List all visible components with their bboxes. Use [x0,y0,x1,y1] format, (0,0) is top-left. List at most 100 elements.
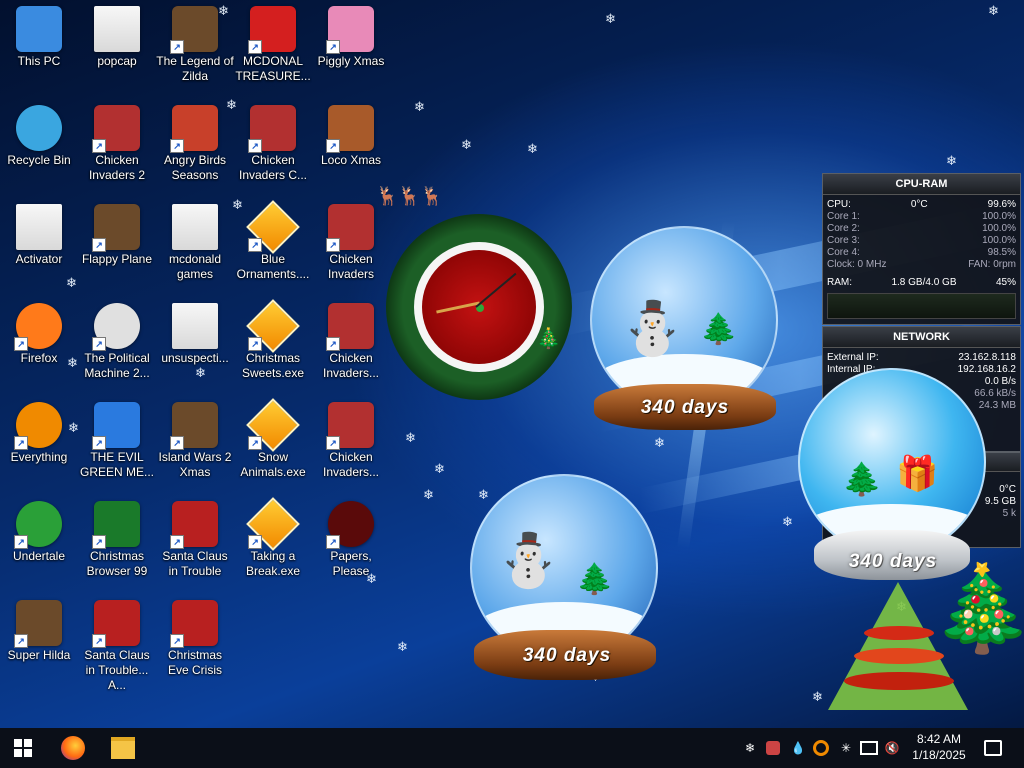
desktop-icon-label: Santa Claus in Trouble... A... [84,648,150,692]
desktop-icon-label: The Legend of Zilda [156,54,234,83]
desktop-icon[interactable]: ↗ Firefox [0,299,78,391]
exe-icon: ↗ [246,200,300,254]
desktop-icon[interactable]: Recycle Bin [0,101,78,193]
desktop-icon[interactable]: ↗ Super Hilda [0,596,78,688]
tray-water[interactable]: 💧 [788,728,808,768]
core-value: 100.0% [982,211,1016,222]
desktop-icon[interactable]: ↗ Snow Animals.exe [234,398,312,490]
pine-tree-icon: 🌲 [700,313,738,346]
desktop-icon[interactable]: ↗ Christmas Eve Crisis [156,596,234,688]
shortcut-arrow-icon: ↗ [92,337,106,351]
desktop-icon-label: unsuspecti... [161,351,229,365]
santa-icon: ↗ [170,600,218,648]
countdown-label: 340 days [522,645,612,666]
drive-rate: 5 k [1002,508,1016,519]
desktop-icon-label: Super Hilda [7,648,71,662]
desktop-icon[interactable]: ↗ The Legend of Zilda [156,2,234,94]
core-label: Core 3: [827,235,860,246]
desktop-icon[interactable]: ↗ Flappy Plane [78,200,156,292]
pine-tree-icon: 🌲 [842,461,882,497]
cpu-temp: 0°C [910,199,928,210]
shortcut-arrow-icon: ↗ [170,40,184,54]
desktop-icon-label: Taking a Break.exe [245,549,301,578]
desktop-icon[interactable]: ↗ MCDONAL TREASURE... [234,2,312,94]
file-explorer-icon [111,737,135,759]
desktop-icon[interactable]: ↗ Santa Claus in Trouble... A... [78,596,156,692]
tray-everything-search[interactable] [810,728,832,768]
desktop-icon[interactable]: ↗ Papers, Please [312,497,390,589]
cpu-ram-gadget[interactable]: CPU-RAM CPU: 0°C 99.6% Core 1: 100.0% Cor… [822,173,1021,325]
desktop-icon[interactable]: unsuspecti... [156,299,234,391]
game-icon: ↗ [170,6,218,54]
snow-globe-gadget[interactable]: ⛄ 🌲 340 days [586,222,786,442]
shortcut-arrow-icon: ↗ [92,238,106,252]
desktop-icon-label: Chicken Invaders C... [238,153,308,182]
desktop-icon[interactable]: ↗ Angry Birds Seasons [156,101,234,193]
desktop-icon-label: Snow Animals.exe [240,450,306,479]
desktop-icon[interactable]: mcdonald games [156,200,234,292]
folder-icon [172,204,218,250]
taskbar-file-explorer-button[interactable] [100,728,146,768]
angry-birds-icon: ↗ [170,105,218,153]
external-ip: 23.162.8.118 [958,352,1016,363]
desktop-icon-label: Angry Birds Seasons [163,153,227,182]
snowflake-icon: ❄ [527,141,538,156]
snowflake-icon: ❄ [461,137,472,152]
desktop-icon[interactable]: ↗ The Political Machine 2... [78,299,156,391]
tray-app[interactable] [762,728,784,768]
desktop-icon[interactable]: ↗ Island Wars 2 Xmas [156,398,234,490]
desktop-icon[interactable]: Activator [0,200,78,292]
desktop-icon[interactable]: ↗ Everything [0,398,78,490]
exe-icon: ↗ [246,299,300,353]
desktop-icon[interactable]: ↗ THE EVIL GREEN ME... [78,398,156,490]
core-value: 100.0% [982,235,1016,246]
snow-globe-gadget[interactable]: 🌲 🎁 340 days [794,366,994,588]
taskbar-firefox-button[interactable] [50,728,96,768]
tray-network[interactable] [858,728,880,768]
desktop-icon-label: popcap [97,54,137,68]
desktop-icon[interactable]: ↗ Christmas Browser 99 [78,497,156,589]
shortcut-arrow-icon: ↗ [248,535,262,549]
desktop-icon[interactable]: ↗ Christmas Sweets.exe [234,299,312,391]
shortcut-arrow-icon: ↗ [92,139,106,153]
desktop-icon[interactable]: ↗ Chicken Invaders C... [234,101,312,193]
pig-icon: ↗ [326,6,374,54]
desktop-icon-label: Island Wars 2 Xmas [158,450,232,479]
desktop-icon[interactable]: popcap [78,2,156,94]
desktop-icon[interactable]: ↗ Taking a Break.exe [234,497,312,589]
clock-speed: Clock: 0 MHz [827,259,887,270]
ram-value: 1.8 GB/4.0 GB [891,277,957,288]
desktop-icon[interactable]: ↗ Santa Claus in Trouble [156,497,234,589]
search-icon: ↗ [14,402,62,450]
snowflake-icon: ❄ [744,741,756,755]
exe-icon: ↗ [246,497,300,551]
snow-globe-gadget[interactable]: ⛄ 🌲 340 days [466,470,666,690]
start-button[interactable] [0,728,46,768]
shortcut-arrow-icon: ↗ [326,535,340,549]
desktop-icon-label: Papers, Please [330,549,372,578]
shortcut-arrow-icon: ↗ [170,535,184,549]
drive-temp: 0°C [999,484,1016,495]
shortcut-arrow-icon: ↗ [14,436,28,450]
tray-snowflake[interactable]: ❄ [740,728,760,768]
wreath-clock-gadget[interactable]: 🦌🦌🦌 🎄 [376,186,586,412]
desktop-icon[interactable]: ↗ Undertale [0,497,78,589]
tray-snow[interactable]: ✳ [836,728,856,768]
desktop-icon[interactable]: This PC [0,2,78,94]
clock-date: 1/18/2025 [912,748,966,762]
shortcut-arrow-icon: ↗ [326,139,340,153]
desktop-icon[interactable]: ↗ Chicken Invaders 2 [78,101,156,193]
desktop-icon[interactable]: ↗ Piggly Xmas [312,2,390,94]
desktop-icon-label: This PC [17,54,61,68]
game-icon: ↗ [14,600,62,648]
desktop-icon-label: Everything [10,450,68,464]
taskbar-clock[interactable]: 8:42 AM 1/18/2025 [902,731,976,763]
desktop-icon[interactable]: ↗ Blue Ornaments.... [234,200,312,292]
snowflake-icon: ❄ [397,639,408,654]
desktop-icon-label: Activator [15,252,63,266]
tray-volume[interactable]: 🔇 [882,728,902,768]
papers-icon: ↗ [326,501,374,549]
notification-button[interactable] [978,728,1008,768]
desktop-icon[interactable]: ↗ Loco Xmas [312,101,390,193]
shortcut-arrow-icon: ↗ [248,436,262,450]
